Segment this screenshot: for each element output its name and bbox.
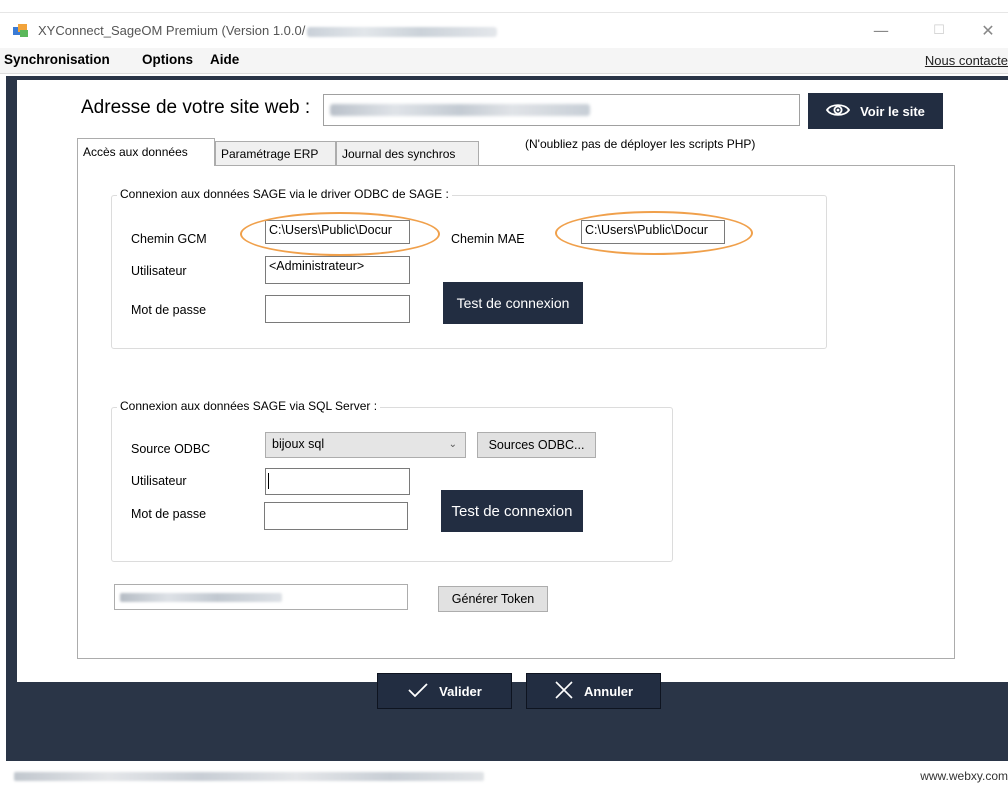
odbc-source-select[interactable]: bijoux sql ⌄ [265, 432, 466, 458]
odbc-source-label: Source ODBC [131, 442, 211, 456]
window-top-edge [0, 12, 1008, 13]
minimize-icon: — [873, 21, 889, 40]
gcm-path-label: Chemin GCM [131, 232, 207, 246]
maximize-icon: ☐ [933, 23, 945, 38]
odbc-source-value: bijoux sql [272, 437, 325, 451]
sql-server-group-title: Connexion aux données SAGE via SQL Serve… [117, 399, 381, 413]
odbc-user-label: Utilisateur [131, 264, 187, 278]
tab-label: Paramétrage ERP [221, 147, 319, 161]
menu-aide[interactable]: Aide [210, 52, 239, 67]
eye-icon [826, 102, 851, 121]
window-title: XYConnect_SageOM Premium (Version 1.0.0/ [38, 23, 498, 38]
app-icon [12, 23, 30, 39]
site-url-redacted [330, 104, 590, 116]
validate-label: Valider [439, 683, 482, 699]
gcm-path-highlight [240, 212, 440, 256]
menu-synchronisation[interactable]: Synchronisation [4, 52, 110, 67]
maximize-button[interactable]: ☐ [924, 18, 954, 44]
odbc-driver-group-title: Connexion aux données SAGE via le driver… [117, 187, 452, 201]
sql-password-label: Mot de passe [131, 507, 207, 521]
check-icon [407, 682, 429, 701]
odbc-password-label: Mot de passe [131, 303, 207, 317]
validate-button[interactable]: Valider [377, 673, 512, 709]
odbc-password-input[interactable] [265, 295, 410, 323]
tab-erp-settings[interactable]: Paramétrage ERP [215, 141, 336, 165]
close-icon [554, 680, 574, 703]
site-label: Adresse de votre site web : [81, 97, 311, 118]
tab-label: Accès aux données [83, 145, 188, 159]
odbc-user-input[interactable]: <Administrateur> [265, 256, 410, 284]
window-title-redacted [307, 26, 498, 37]
website-link[interactable]: www.webxy.com [920, 769, 1008, 783]
sql-test-connection-button[interactable]: Test de connexion [441, 490, 583, 532]
text-caret [268, 473, 269, 489]
close-window-button[interactable]: ✕ [973, 18, 1003, 44]
window-title-text: XYConnect_SageOM Premium (Version 1.0.0/ [38, 23, 306, 38]
sql-password-input[interactable] [264, 502, 408, 530]
tab-sync-journal[interactable]: Journal des synchros [336, 141, 479, 165]
contact-link[interactable]: Nous contacte [925, 53, 1008, 68]
odbc-sources-button[interactable]: Sources ODBC... [477, 432, 596, 458]
view-site-label: Voir le site [860, 103, 925, 119]
cancel-label: Annuler [583, 683, 634, 699]
sql-user-input[interactable] [265, 468, 410, 495]
close-icon: ✕ [981, 21, 995, 40]
token-input[interactable] [114, 584, 408, 610]
token-value-redacted [120, 593, 282, 602]
sql-user-label: Utilisateur [131, 474, 187, 488]
chevron-down-icon: ⌄ [448, 439, 457, 450]
view-site-button[interactable]: Voir le site [808, 93, 943, 129]
mae-path-label: Chemin MAE [451, 232, 525, 246]
generate-token-button[interactable]: Générer Token [438, 586, 548, 612]
php-scripts-hint: (N'oubliez pas de déployer les scripts P… [525, 137, 756, 151]
site-url-input[interactable] [323, 94, 800, 126]
cancel-button[interactable]: Annuler [526, 673, 661, 709]
tab-data-access[interactable]: Accès aux données [77, 138, 215, 166]
menu-options[interactable]: Options [142, 52, 193, 67]
minimize-button[interactable]: — [866, 18, 896, 44]
status-text-redacted [14, 772, 484, 781]
tab-label: Journal des synchros [342, 147, 456, 161]
mae-path-highlight [555, 211, 753, 255]
odbc-test-connection-button[interactable]: Test de connexion [443, 282, 583, 324]
